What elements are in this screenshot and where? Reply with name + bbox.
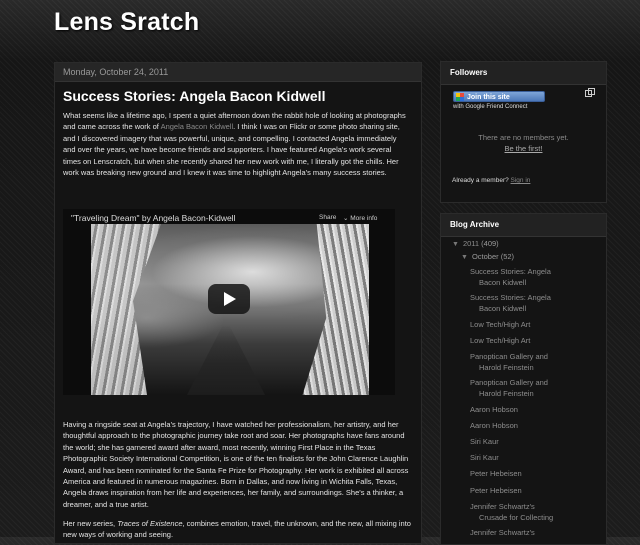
blog-archive-widget: Blog Archive ▼ 2011 (409) ▼ October (52) S… [440,213,607,545]
archive-item-line[interactable]: Harold Feinstein [470,363,590,374]
play-icon[interactable] [208,284,250,314]
artist-link[interactable]: Angela Bacon Kidwell [161,122,234,131]
chevron-down-icon: ⌄ [343,215,349,222]
archive-item-line[interactable]: Siri Kaur [470,453,499,462]
archive-item[interactable]: Jennifer Schwartz's Crusade for Collectin… [470,502,590,523]
archive-item-line[interactable]: Bacon Kidwell [470,304,590,315]
post-paragraph-3: Her new series, Traces of Existence, com… [63,518,411,541]
archive-item-line[interactable]: Low Tech/High Art [470,320,530,329]
video-more-info-button[interactable]: ⌄ More info [343,214,377,222]
followers-heading: Followers [441,62,606,85]
sign-in-link[interactable]: Sign in [511,177,531,184]
archive-item[interactable]: Aaron Hobson [470,421,590,432]
already-member-text: Already a member? Sign in [452,177,530,184]
triangle-down-icon[interactable]: ▼ [461,254,468,261]
post-container: Monday, October 24, 2011 Success Stories… [54,62,422,544]
no-members-text: There are no members yet. [478,133,569,142]
archive-item-line[interactable]: Crusade for Collecting [470,513,590,524]
triangle-down-icon[interactable]: ▼ [452,241,459,248]
archive-item-line[interactable]: Aaron Hobson [470,405,518,414]
curtain-left-graphic [91,224,161,395]
archive-item-line[interactable]: Aaron Hobson [470,421,518,430]
video-title[interactable]: "Traveling Dream" by Angela Bacon-Kidwel… [71,213,235,223]
archive-year-label[interactable]: 2011 [463,239,479,248]
archive-item-line[interactable]: Siri Kaur [470,437,499,446]
archive-item-line[interactable]: Peter Hebeisen [470,486,522,495]
video-more-info-label: More info [350,215,378,222]
archive-month-count: (52) [500,252,515,261]
archive-item-line[interactable]: Panoptican Gallery and [470,352,548,361]
followers-widget: Followers Join this site with Google Fri… [440,61,607,203]
archive-item[interactable]: Low Tech/High Art [470,336,590,347]
series-title: Traces of Existence [117,519,183,528]
google-friend-connect-icon [456,93,464,101]
archive-item[interactable]: Panoptican Gallery and Harold Feinstein [470,352,590,373]
archive-item[interactable]: Success Stories: Angela Bacon Kidwell [470,267,590,288]
archive-item-line[interactable]: Jennifer Schwartz's [470,528,535,537]
post-paragraph-3-a: Her new series, [63,519,118,528]
video-share-button[interactable]: Share [319,214,336,221]
archive-item-line[interactable]: Panoptican Gallery and [470,378,548,387]
archive-item-line[interactable]: Success Stories: Angela [470,293,551,302]
archive-item[interactable]: Peter Hebeisen [470,469,590,480]
archive-month[interactable]: ▼ October (52) [461,252,514,261]
archive-item[interactable]: Siri Kaur [470,453,590,464]
archive-item-line[interactable]: Harold Feinstein [470,389,590,400]
archive-item[interactable]: Peter Hebeisen [470,486,590,497]
archive-item-line[interactable]: Success Stories: Angela [470,267,551,276]
archive-item-line[interactable]: Low Tech/High Art [470,336,530,345]
post-intro: What seems like a lifetime ago, I spent … [63,110,411,178]
archive-item-line[interactable]: Peter Hebeisen [470,469,522,478]
archive-item-line[interactable]: Jennifer Schwartz's [470,502,535,511]
archive-year-count: (409) [481,239,499,248]
archive-month-label[interactable]: October [472,252,499,261]
popout-icon[interactable] [585,88,595,97]
archive-year[interactable]: ▼ 2011 (409) [452,239,499,248]
post-paragraph-2: Having a ringside seat at Angela's traje… [63,420,409,509]
video-player[interactable]: "Traveling Dream" by Angela Bacon-Kidwel… [63,209,395,395]
archive-item[interactable]: Low Tech/High Art [470,320,590,331]
join-site-label: Join this site [467,94,510,101]
blog-archive-heading: Blog Archive [441,214,606,237]
archive-item[interactable]: Panoptican Gallery and Harold Feinstein [470,378,590,399]
archive-item[interactable]: Success Stories: Angela Bacon Kidwell [470,293,590,314]
blog-title[interactable]: Lens Sratch [54,8,199,37]
archive-item[interactable]: Aaron Hobson [470,405,590,416]
post-title[interactable]: Success Stories: Angela Bacon Kidwell [63,88,421,104]
post-date: Monday, October 24, 2011 [55,63,421,82]
be-first-link[interactable]: Be the first! [441,144,606,153]
curtain-right-graphic [302,224,369,395]
join-site-button[interactable]: Join this site [453,91,545,102]
already-member-label: Already a member? [452,177,511,184]
road-graphic [187,324,265,395]
gfc-subtitle: with Google Friend Connect [453,104,528,110]
archive-item[interactable]: Siri Kaur [470,437,590,448]
archive-item-line[interactable]: Bacon Kidwell [470,278,590,289]
